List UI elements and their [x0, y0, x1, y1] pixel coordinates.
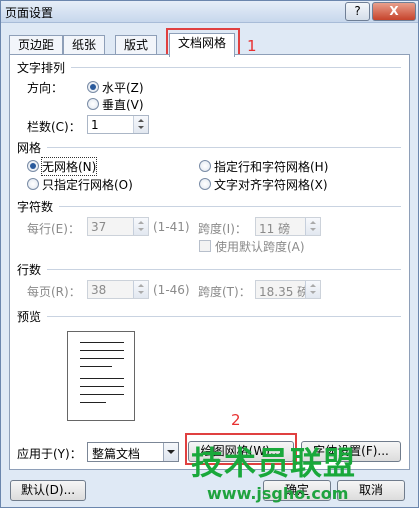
- annotation-box-2: [185, 433, 297, 465]
- tab-layout[interactable]: 版式: [115, 35, 158, 56]
- spinner-arrows-icon[interactable]: [305, 218, 320, 235]
- grid-section: 网格: [17, 141, 42, 155]
- preview-line: [80, 402, 106, 403]
- no-grid-label: 无网格(N): [40, 157, 98, 176]
- spinner-arrows-icon[interactable]: [133, 218, 148, 235]
- direction-label: 方向：: [27, 81, 64, 95]
- line-grid-only-label: 只指定行网格(O): [42, 178, 133, 192]
- annotation-number-1: 1: [247, 37, 257, 55]
- lines-per-page-spinner[interactable]: 38: [87, 280, 149, 299]
- radio-horizontal[interactable]: [87, 81, 99, 93]
- columns-value: 1: [91, 118, 99, 132]
- cancel-button[interactable]: 取消: [337, 480, 405, 501]
- preview-line: [80, 378, 124, 379]
- line-and-char-grid-label: 指定行和字符网格(H): [214, 160, 329, 174]
- default-button[interactable]: 默认(D)...: [10, 480, 86, 501]
- text-direction-section: 文字排列: [17, 61, 66, 75]
- annotation-number-2: 2: [231, 411, 241, 429]
- preview-line: [80, 394, 124, 395]
- line-pitch-value: 18.35 磅: [259, 285, 310, 299]
- char-pitch-value: 11 磅: [259, 222, 291, 236]
- preview-line: [80, 342, 124, 343]
- snap-to-char-grid-label: 文字对齐字符网格(X): [214, 178, 328, 192]
- horizontal-label: 水平(Z): [102, 81, 144, 95]
- lines-per-page-label: 每页(R)：: [27, 285, 81, 299]
- preview-line: [80, 350, 124, 351]
- page-setup-dialog: 页面设置 ? X 页边距 纸张 版式 文档网格 1 文字排列 方向： 水平(Z)…: [0, 0, 419, 508]
- radio-snap-to-char-grid[interactable]: [199, 178, 211, 190]
- vertical-label: 垂直(V): [102, 98, 144, 112]
- char-pitch-label: 跨度(I)：: [198, 222, 247, 236]
- apply-to-value: 整篇文档: [92, 447, 141, 461]
- chars-per-line-spinner[interactable]: 37: [87, 217, 149, 236]
- tab-margins[interactable]: 页边距: [9, 35, 64, 56]
- dialog-title: 页面设置: [5, 6, 54, 20]
- spinner-arrows-icon[interactable]: [305, 281, 320, 298]
- radio-line-and-char-grid[interactable]: [199, 160, 211, 172]
- characters-section: 字符数: [17, 200, 54, 214]
- lines-per-page-value: 38: [91, 283, 107, 297]
- apply-to-label: 应用于(Y)：: [17, 447, 82, 461]
- preview-line: [80, 366, 112, 367]
- char-pitch-spinner[interactable]: 11 磅: [255, 217, 321, 236]
- chevron-down-icon[interactable]: [163, 443, 178, 461]
- preview-line: [80, 358, 124, 359]
- use-default-pitch-checkbox[interactable]: [199, 240, 211, 252]
- spinner-arrows-icon[interactable]: [133, 116, 148, 133]
- lines-per-page-range: (1-46): [153, 283, 190, 297]
- chars-per-line-label: 每行(E)：: [27, 222, 80, 236]
- close-button[interactable]: X: [372, 2, 416, 21]
- chars-per-line-value: 37: [91, 220, 107, 234]
- spinner-arrows-icon[interactable]: [133, 281, 148, 298]
- divider: [47, 269, 401, 270]
- line-pitch-label: 跨度(T)：: [198, 285, 251, 299]
- preview-section: 预览: [17, 310, 42, 324]
- tab-paper[interactable]: 纸张: [63, 35, 106, 56]
- use-default-pitch-label: 使用默认跨度(A): [215, 240, 305, 254]
- tab-document-grid[interactable]: 文档网格: [169, 33, 236, 57]
- font-settings-button[interactable]: 字体设置(F)...: [301, 441, 401, 462]
- ok-button[interactable]: 确定: [263, 480, 331, 501]
- title-bar: 页面设置 ? X: [1, 1, 418, 23]
- divider: [47, 147, 401, 148]
- divider: [59, 206, 401, 207]
- radio-line-grid-only[interactable]: [27, 178, 39, 190]
- preview-line: [80, 386, 124, 387]
- preview-page: [67, 331, 135, 421]
- lines-section: 行数: [17, 263, 42, 277]
- apply-to-combo[interactable]: 整篇文档: [87, 442, 179, 462]
- line-pitch-spinner[interactable]: 18.35 磅: [255, 280, 321, 299]
- radio-vertical[interactable]: [87, 98, 99, 110]
- divider: [47, 316, 401, 317]
- columns-spinner[interactable]: 1: [87, 115, 149, 134]
- help-button[interactable]: ?: [345, 2, 370, 21]
- divider: [71, 67, 401, 68]
- chars-per-line-range: (1-41): [153, 220, 190, 234]
- columns-label: 栏数(C)：: [27, 120, 81, 134]
- radio-no-grid[interactable]: [27, 160, 39, 172]
